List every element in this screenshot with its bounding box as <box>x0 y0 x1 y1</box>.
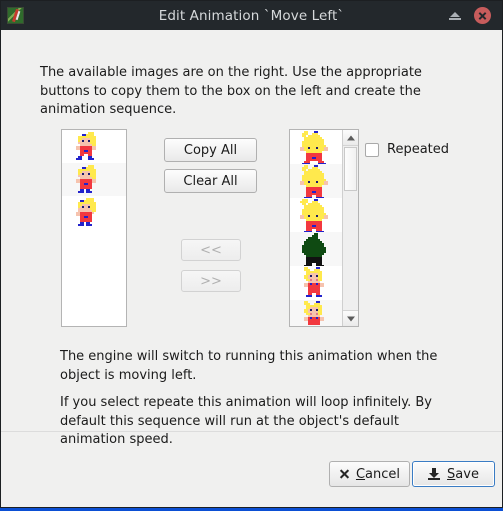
copy-all-button[interactable]: Copy All <box>164 138 257 162</box>
clear-all-button[interactable]: Clear All <box>164 169 257 193</box>
repeated-label: Repeated <box>387 142 450 157</box>
image-girl-overalls-1-sprite <box>304 267 324 297</box>
intro-instructions: The available images are on the right. U… <box>40 65 422 117</box>
cancel-button[interactable]: Cancel <box>329 461 410 487</box>
close-window-icon[interactable] <box>474 7 491 24</box>
save-download-icon <box>428 468 441 480</box>
list-item[interactable] <box>290 232 342 267</box>
available-images-scrollbar[interactable] <box>342 130 358 326</box>
cancel-x-icon <box>339 469 349 479</box>
list-item[interactable] <box>290 266 342 300</box>
available-images-viewport[interactable] <box>290 130 342 326</box>
shade-window-icon[interactable] <box>448 9 462 23</box>
save-button[interactable]: Save <box>412 461 495 487</box>
edit-animation-dialog: Edit Animation `Move Left` The available… <box>0 0 503 508</box>
title-bar: Edit Animation `Move Left` <box>1 1 502 30</box>
image-blonde-big-1-sprite <box>300 131 328 165</box>
frame-girl-run-3-sprite <box>76 198 96 226</box>
cancel-button-label: Cancel <box>355 466 401 482</box>
animation-sequence-list[interactable] <box>61 129 127 327</box>
available-images-list[interactable] <box>289 129 359 327</box>
image-girl-overalls-2-sprite <box>304 301 324 325</box>
list-item[interactable] <box>62 196 126 229</box>
list-item[interactable] <box>290 198 342 233</box>
image-blonde-big-2-sprite <box>300 165 328 199</box>
footer-divider <box>1 431 502 432</box>
move-left-button[interactable]: << <box>181 239 241 261</box>
scroll-down-arrow-icon[interactable] <box>343 310 358 326</box>
window-controls <box>448 7 491 24</box>
list-item[interactable] <box>290 300 342 326</box>
app-pixel-icon <box>7 7 24 24</box>
dialog-footer: Cancel Save <box>1 431 502 507</box>
move-right-button[interactable]: >> <box>181 270 241 292</box>
repeated-checkbox-row[interactable]: Repeated <box>365 142 449 157</box>
repeated-checkbox[interactable] <box>365 142 379 157</box>
list-item[interactable] <box>62 163 126 196</box>
save-button-label: Save <box>447 466 479 482</box>
frame-girl-run-1-sprite <box>76 132 96 160</box>
image-bush-green-sprite <box>302 233 326 267</box>
window-title: Edit Animation `Move Left` <box>158 7 345 24</box>
scroll-up-arrow-icon[interactable] <box>343 130 358 146</box>
dialog-content: The available images are on the right. U… <box>1 30 502 507</box>
description-primary: The engine will switch to running this a… <box>60 349 438 383</box>
list-item[interactable] <box>290 130 342 165</box>
image-blonde-big-3-sprite <box>300 199 328 233</box>
list-item[interactable] <box>290 164 342 199</box>
frame-girl-run-2-sprite <box>76 165 96 193</box>
list-item[interactable] <box>62 130 126 163</box>
scrollbar-thumb[interactable] <box>344 147 357 191</box>
